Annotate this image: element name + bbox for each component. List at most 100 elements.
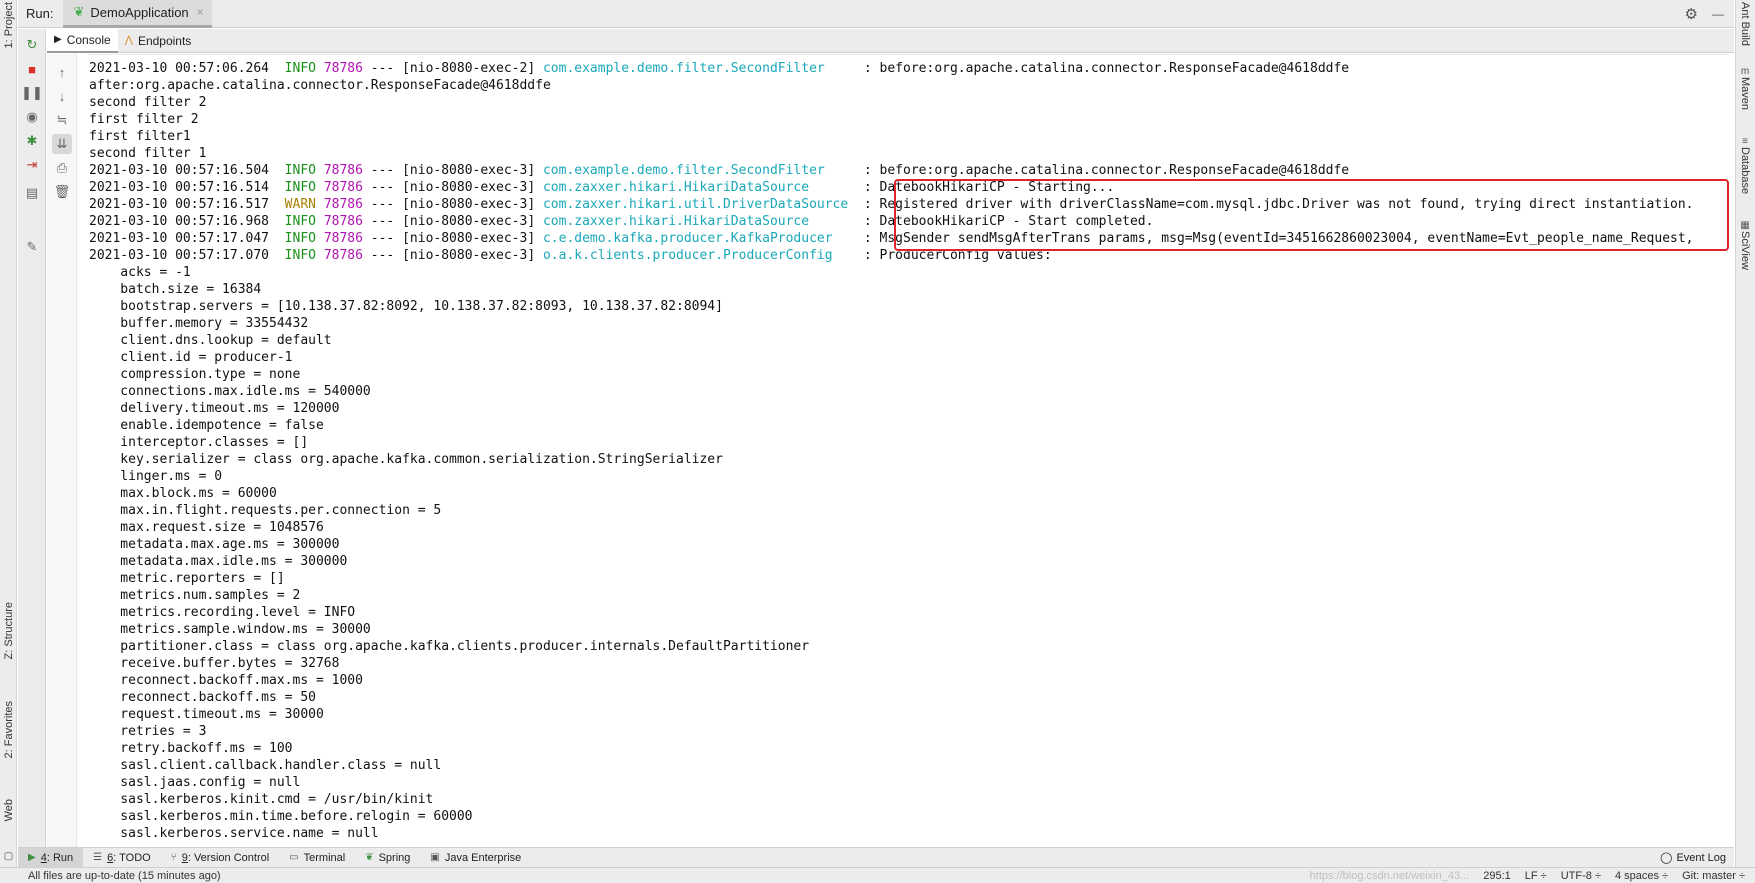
config-line: delivery.timeout.ms = 120000	[89, 401, 340, 416]
log-logger: o.a.k.clients.producer.ProducerConfig	[542, 248, 857, 263]
scroll-to-end-icon[interactable]: ⇊	[52, 134, 72, 154]
log-pid: 78786	[323, 61, 363, 76]
caret-position[interactable]: 295:1	[1483, 870, 1511, 882]
config-line: bootstrap.servers = [10.138.37.82:8092, …	[89, 299, 723, 314]
config-line: sasl.kerberos.kinit.cmd = /usr/bin/kinit	[89, 792, 434, 807]
right-tool-stripe: Ant Build m Maven ≡ Database ▦ SciView	[1735, 0, 1755, 873]
pause-icon[interactable]: ❚❚	[21, 83, 43, 103]
log-level: INFO	[284, 61, 324, 76]
trash-icon[interactable]: 🗑	[52, 182, 72, 202]
run-config-tab-title: DemoApplication	[90, 4, 189, 20]
run-actions-toolbar: ↻ ■ ❚❚ ◉ ✱ ⇥ ▤ ✎	[18, 29, 46, 847]
minimize-icon[interactable]: —	[1712, 7, 1724, 21]
gear-icon[interactable]: ⚙	[1685, 5, 1698, 23]
close-icon[interactable]: ×	[197, 5, 204, 19]
log-timestamp: 2021-03-10 00:57:16.968	[89, 214, 285, 229]
log-thread: --- [nio-8080-exec-3]	[362, 248, 543, 263]
play-icon: ▶	[28, 852, 36, 863]
config-line: max.in.flight.requests.per.connection = …	[89, 503, 442, 518]
log-thread: --- [nio-8080-exec-3]	[362, 163, 543, 178]
maven-tool-tab[interactable]: m Maven	[1735, 66, 1755, 122]
log-message: : DatebookHikariCP - Starting...	[856, 180, 1115, 195]
indent-setting[interactable]: 4 spaces ÷	[1615, 870, 1668, 882]
log-line: 2021-03-10 00:57:16.514 INFO 78786 --- […	[89, 179, 1729, 196]
console-output[interactable]: 2021-03-10 00:57:06.264 INFO 78786 --- […	[89, 60, 1729, 846]
sciview-icon: ▦	[1740, 220, 1750, 231]
debug-icon[interactable]: ✱	[22, 131, 42, 151]
stop-icon[interactable]: ■	[22, 59, 42, 79]
print-icon[interactable]: ⎙	[52, 158, 72, 178]
tab-endpoints[interactable]: ⋀ Endpoints	[118, 29, 199, 53]
bottom-tab-spring[interactable]: ❦ Spring	[355, 848, 420, 868]
event-log-button[interactable]: ◯ Event Log	[1660, 851, 1734, 865]
layout-icon[interactable]: ▤	[22, 183, 42, 203]
run-config-tab[interactable]: ❦ DemoApplication ×	[63, 0, 212, 28]
structure-tool-tab[interactable]: Z: Structure	[0, 596, 17, 666]
exit-icon[interactable]: ⇥	[22, 155, 42, 175]
config-line: compression.type = none	[89, 367, 301, 382]
terminal-icon: ▭	[289, 852, 299, 863]
database-icon: ≡	[1742, 136, 1748, 147]
maven-icon: m	[1740, 66, 1750, 77]
pin-icon[interactable]: ✎	[22, 237, 42, 257]
log-timestamp: 2021-03-10 00:57:16.517	[89, 197, 285, 212]
favorites-tool-tab[interactable]: 2: Favorites	[0, 690, 17, 770]
left-tool-stripe: 1: Project Z: Structure 2: Favorites Web…	[0, 0, 17, 873]
status-bar: All files are up-to-date (15 minutes ago…	[0, 867, 1755, 883]
bottom-tab-label: : Run	[46, 851, 74, 864]
structure-tab-label: Z: Structure	[2, 602, 15, 660]
bottom-tab-javaenterprise[interactable]: ▣ Java Enterprise	[420, 848, 531, 868]
log-timestamp: 2021-03-10 00:57:17.070	[89, 248, 285, 263]
arrow-up-icon[interactable]: ↑	[52, 62, 72, 82]
bottom-tab-run[interactable]: ▶ 4: Run	[18, 847, 84, 868]
config-line: sasl.client.callback.handler.class = nul…	[89, 758, 442, 773]
config-line: sasl.kerberos.min.time.before.relogin = …	[89, 809, 473, 824]
log-logger: com.zaxxer.hikari.HikariDataSource	[542, 180, 857, 195]
tab-console[interactable]: ▶ Console	[47, 28, 118, 53]
config-line: metric.reporters = []	[89, 571, 285, 586]
log-level: INFO	[284, 231, 324, 246]
log-level: INFO	[284, 180, 324, 195]
config-line: client.dns.lookup = default	[89, 333, 332, 348]
rerun-icon[interactable]: ↻	[22, 35, 42, 55]
run-label: Run:	[26, 6, 54, 21]
console-text-line: after:org.apache.catalina.connector.Resp…	[89, 78, 551, 93]
bottom-tab-versioncontrol[interactable]: ⑂ 9: Version Control	[161, 848, 279, 868]
file-encoding[interactable]: UTF-8 ÷	[1561, 870, 1601, 882]
log-level: INFO	[284, 163, 324, 178]
config-line: enable.idempotence = false	[89, 418, 324, 433]
config-line: sasl.kerberos.service.name = null	[89, 826, 379, 841]
database-tool-tab[interactable]: ≡ Database	[1735, 136, 1755, 206]
log-pid: 78786	[323, 197, 363, 212]
status-message: All files are up-to-date (15 minutes ago…	[28, 869, 221, 882]
camera-icon[interactable]: ◉	[22, 107, 42, 127]
config-line: max.request.size = 1048576	[89, 520, 324, 535]
config-line: interceptor.classes = []	[89, 435, 309, 450]
watermark: https://blog.csdn.net/weixin_43...	[1309, 869, 1470, 882]
bottom-tab-todo[interactable]: ☰ 6: TODO	[83, 848, 161, 868]
log-timestamp: 2021-03-10 00:57:06.264	[89, 61, 285, 76]
maven-tab-label: Maven	[1739, 77, 1751, 111]
ant-build-tool-tab[interactable]: Ant Build	[1735, 2, 1755, 46]
bottom-tab-label: Spring	[378, 851, 411, 864]
console-text-line: first filter 2	[89, 112, 199, 127]
tool-windows-toggle-icon[interactable]: ▢	[0, 850, 17, 864]
config-line: retries = 3	[89, 724, 207, 739]
soft-wrap-icon[interactable]: ≒	[52, 110, 72, 130]
line-separator[interactable]: LF ÷	[1525, 870, 1547, 882]
tab-endpoints-label: Endpoints	[137, 33, 192, 48]
sciview-tool-tab[interactable]: ▦ SciView	[1735, 220, 1755, 284]
config-line: retry.backoff.ms = 100	[89, 741, 293, 756]
project-tool-tab[interactable]: 1: Project	[0, 2, 17, 48]
bottom-tab-terminal[interactable]: ▭ Terminal	[279, 848, 355, 868]
log-logger: c.e.demo.kafka.producer.KafkaProducer	[542, 231, 857, 246]
web-tool-tab[interactable]: Web	[0, 790, 17, 830]
git-branch[interactable]: Git: master ÷	[1682, 870, 1745, 882]
arrow-down-icon[interactable]: ↓	[52, 86, 72, 106]
config-line: key.serializer = class org.apache.kafka.…	[89, 452, 723, 467]
log-timestamp: 2021-03-10 00:57:16.514	[89, 180, 285, 195]
log-logger: com.zaxxer.hikari.HikariDataSource	[542, 214, 857, 229]
log-timestamp: 2021-03-10 00:57:16.504	[89, 163, 285, 178]
console-top-divider	[89, 54, 1729, 55]
log-message: : ProducerConfig values:	[856, 248, 1052, 263]
